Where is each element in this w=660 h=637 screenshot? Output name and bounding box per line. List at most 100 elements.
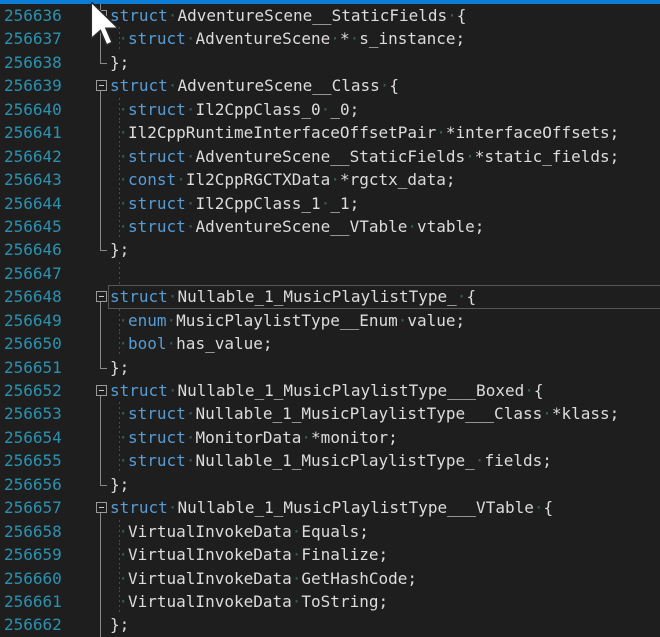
code-text[interactable]: ·VirtualInvokeData·Equals; xyxy=(110,520,369,543)
code-line-256649[interactable]: 256649 ·enum·MusicPlaylistType__Enum·valu… xyxy=(0,309,660,332)
code-line-256638[interactable]: 256638}; xyxy=(0,51,660,74)
fold-collapse-button[interactable] xyxy=(96,502,107,513)
code-line-256662[interactable]: 256662}; xyxy=(0,613,660,636)
code-token: _1; xyxy=(330,194,359,213)
keyword-token: struct xyxy=(110,6,168,25)
code-line-256656[interactable]: 256656}; xyxy=(0,473,660,496)
code-line-256642[interactable]: 256642 ·struct·AdventureScene__StaticFiel… xyxy=(0,145,660,168)
code-line-256660[interactable]: 256660 ·VirtualInvokeData·GetHashCode; xyxy=(0,567,660,590)
code-line-256653[interactable]: 256653 ·struct·Nullable_1_MusicPlaylistTy… xyxy=(0,402,660,425)
code-text[interactable]: ·VirtualInvokeData·Finalize; xyxy=(110,543,388,566)
code-text[interactable]: struct·AdventureScene__StaticFields·{ xyxy=(110,4,466,27)
code-text[interactable]: ·struct·AdventureScene·*·s_instance; xyxy=(110,27,465,50)
whitespace-dot: · xyxy=(301,428,311,447)
code-text[interactable]: ·Il2CppRuntimeInterfaceOffsetPair·*inter… xyxy=(110,121,619,144)
code-text[interactable]: ·struct·Il2CppClass_1·_1; xyxy=(110,192,359,215)
code-token: Il2CppRuntimeInterfaceOffsetPair xyxy=(128,123,436,142)
code-line-256647[interactable]: 256647 xyxy=(0,262,660,285)
line-number[interactable]: 256654 xyxy=(4,426,62,449)
line-number[interactable]: 256636 xyxy=(4,4,62,27)
code-token: { xyxy=(457,6,467,25)
fold-collapse-button[interactable] xyxy=(96,80,107,91)
code-line-256645[interactable]: 256645 ·struct·AdventureScene__VTable·vta… xyxy=(0,215,660,238)
code-text[interactable]: struct·Nullable_1_MusicPlaylistType___VT… xyxy=(110,496,553,519)
line-number[interactable]: 256661 xyxy=(4,590,62,613)
code-text[interactable]: struct·Nullable_1_MusicPlaylistType_·{ xyxy=(110,285,476,308)
line-number[interactable]: 256643 xyxy=(4,168,62,191)
code-line-256651[interactable]: 256651}; xyxy=(0,356,660,379)
fold-collapse-button[interactable] xyxy=(96,291,107,302)
code-text[interactable]: }; xyxy=(110,613,129,636)
code-line-256654[interactable]: 256654 ·struct·MonitorData·*monitor; xyxy=(0,426,660,449)
code-line-256636[interactable]: 256636struct·AdventureScene__StaticField… xyxy=(0,4,660,27)
code-line-256650[interactable]: 256650 ·bool·has_value; xyxy=(0,332,660,355)
line-number[interactable]: 256659 xyxy=(4,543,62,566)
line-number[interactable]: 256637 xyxy=(4,27,62,50)
line-number[interactable]: 256656 xyxy=(4,473,62,496)
code-text[interactable]: }; xyxy=(110,238,129,261)
code-line-256657[interactable]: 256657 struct·Nullable_1_MusicPlaylistTyp… xyxy=(0,496,660,519)
code-text[interactable]: ·struct·Nullable_1_MusicPlaylistType_·fi… xyxy=(110,449,552,472)
code-text[interactable]: ·struct·MonitorData·*monitor; xyxy=(110,426,398,449)
line-number[interactable]: 256639 xyxy=(4,74,62,97)
fold-outline-line xyxy=(100,567,101,590)
line-number[interactable]: 256660 xyxy=(4,567,62,590)
fold-outline-line xyxy=(100,543,101,566)
line-number[interactable]: 256652 xyxy=(4,379,62,402)
line-number[interactable]: 256648 xyxy=(4,285,62,308)
line-number[interactable]: 256647 xyxy=(4,262,62,285)
line-number[interactable]: 256651 xyxy=(4,356,62,379)
code-line-256659[interactable]: 256659 ·VirtualInvokeData·Finalize; xyxy=(0,543,660,566)
code-line-256639[interactable]: 256639 struct·AdventureScene__Class·{ xyxy=(0,74,660,97)
code-line-256661[interactable]: 256661 ·VirtualInvokeData·ToString; xyxy=(0,590,660,613)
code-line-256658[interactable]: 256658 ·VirtualInvokeData·Equals; xyxy=(0,520,660,543)
code-line-256640[interactable]: 256640 ·struct·Il2CppClass_0·_0; xyxy=(0,98,660,121)
fold-outline-line xyxy=(100,168,101,191)
code-line-256655[interactable]: 256655 ·struct·Nullable_1_MusicPlaylistTy… xyxy=(0,449,660,472)
line-number[interactable]: 256642 xyxy=(4,145,62,168)
code-text[interactable]: }; xyxy=(110,51,129,74)
code-text[interactable]: struct·Nullable_1_MusicPlaylistType___Bo… xyxy=(110,379,544,402)
line-number[interactable]: 256638 xyxy=(4,51,62,74)
whitespace-dot: · xyxy=(330,29,340,48)
line-number[interactable]: 256658 xyxy=(4,520,62,543)
code-line-256643[interactable]: 256643 ·const·Il2CppRGCTXData·*rgctx_data… xyxy=(0,168,660,191)
fold-collapse-button[interactable] xyxy=(96,10,107,21)
line-number[interactable]: 256650 xyxy=(4,332,62,355)
code-text[interactable]: ·struct·AdventureScene__StaticFields·*st… xyxy=(110,145,619,168)
line-number[interactable]: 256657 xyxy=(4,496,62,519)
code-text[interactable]: ·VirtualInvokeData·GetHashCode; xyxy=(110,567,417,590)
whitespace-dot: · xyxy=(447,6,457,25)
code-line-256646[interactable]: 256646}; xyxy=(0,238,660,261)
code-text[interactable]: ·struct·Il2CppClass_0·_0; xyxy=(110,98,359,121)
code-line-256644[interactable]: 256644 ·struct·Il2CppClass_1·_1; xyxy=(0,192,660,215)
code-line-256637[interactable]: 256637 ·struct·AdventureScene·*·s_instanc… xyxy=(0,27,660,50)
line-number[interactable]: 256641 xyxy=(4,121,62,144)
code-text[interactable]: ·VirtualInvokeData·ToString; xyxy=(110,590,388,613)
code-text[interactable]: }; xyxy=(110,356,129,379)
code-line-256648[interactable]: 256648 struct·Nullable_1_MusicPlaylistTyp… xyxy=(0,285,660,308)
code-text[interactable]: ·const·Il2CppRGCTXData·*rgctx_data; xyxy=(110,168,456,191)
code-text[interactable]: }; xyxy=(110,473,129,496)
line-number[interactable]: 256640 xyxy=(4,98,62,121)
code-text[interactable]: ·struct·Nullable_1_MusicPlaylistType___C… xyxy=(110,402,619,425)
code-editor[interactable]: 256636 struct · AdventureScene__StaticField… xyxy=(0,4,660,637)
code-token: AdventureScene__StaticFields xyxy=(195,147,465,166)
code-line-256652[interactable]: 256652 struct·Nullable_1_MusicPlaylistTyp… xyxy=(0,379,660,402)
line-number[interactable]: 256649 xyxy=(4,309,62,332)
code-text[interactable]: ·enum·MusicPlaylistType__Enum·value; xyxy=(110,309,465,332)
line-number[interactable]: 256646 xyxy=(4,238,62,261)
line-number[interactable]: 256662 xyxy=(4,613,62,636)
fold-collapse-button[interactable] xyxy=(96,385,107,396)
line-number[interactable]: 256655 xyxy=(4,449,62,472)
line-number[interactable]: 256645 xyxy=(4,215,62,238)
line-number[interactable]: 256644 xyxy=(4,192,62,215)
code-token: MonitorData xyxy=(195,428,301,447)
line-number[interactable]: 256653 xyxy=(4,402,62,425)
code-text[interactable]: ·struct·AdventureScene__VTable·vtable; xyxy=(110,215,484,238)
tab-whitespace-dot: · xyxy=(110,215,128,238)
code-text[interactable]: ·bool·has_value; xyxy=(110,332,273,355)
keyword-token: struct xyxy=(110,498,168,517)
code-line-256641[interactable]: 256641 ·Il2CppRuntimeInterfaceOffsetPair·… xyxy=(0,121,660,144)
code-text[interactable]: struct·AdventureScene__Class·{ xyxy=(110,74,399,97)
